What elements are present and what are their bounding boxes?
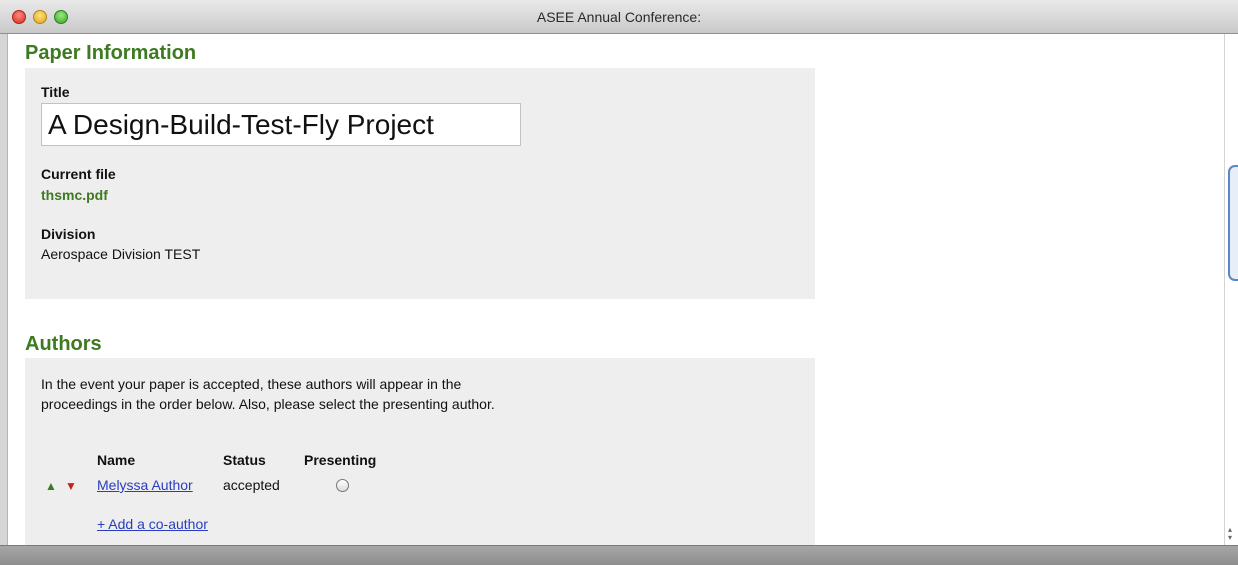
window-left-edge [0, 34, 8, 545]
paper-information-panel: Title Current file thsmc.pdf Division Ae… [25, 68, 815, 299]
presenting-author-radio[interactable] [336, 479, 349, 492]
author-name-link[interactable]: Melyssa Author [97, 477, 193, 493]
move-up-arrow-icon[interactable]: ▲ [45, 479, 57, 493]
division-value: Aerospace Division TEST [41, 246, 201, 262]
paper-information-heading: Paper Information [25, 42, 197, 64]
vertical-scrollbar[interactable]: ▴ ▾ [1224, 34, 1238, 545]
authors-intro-text: In the event your paper is accepted, the… [41, 376, 495, 412]
division-label: Division [41, 226, 96, 242]
column-header-name: Name [97, 452, 136, 468]
current-file-label: Current file [41, 166, 116, 182]
window-titlebar: ASEE Annual Conference: [0, 0, 1238, 34]
author-status: accepted [223, 477, 280, 493]
move-down-arrow-icon[interactable]: ▼ [65, 479, 77, 493]
current-file-link[interactable]: thsmc.pdf [41, 187, 108, 203]
title-input[interactable] [41, 103, 521, 146]
authors-panel: In the event your paper is accepted, the… [25, 358, 815, 545]
authors-heading: Authors [25, 333, 102, 355]
column-header-presenting: Presenting [304, 452, 377, 468]
scroll-arrows-icon[interactable]: ▴ ▾ [1228, 526, 1232, 542]
title-label: Title [41, 84, 70, 100]
scrollbar-thumb[interactable] [1228, 165, 1238, 281]
window-bottom-bar [0, 545, 1238, 565]
window-title: ASEE Annual Conference: [536, 9, 702, 25]
column-header-status: Status [223, 452, 266, 468]
add-coauthor-link[interactable]: + Add a co-author [97, 516, 208, 532]
